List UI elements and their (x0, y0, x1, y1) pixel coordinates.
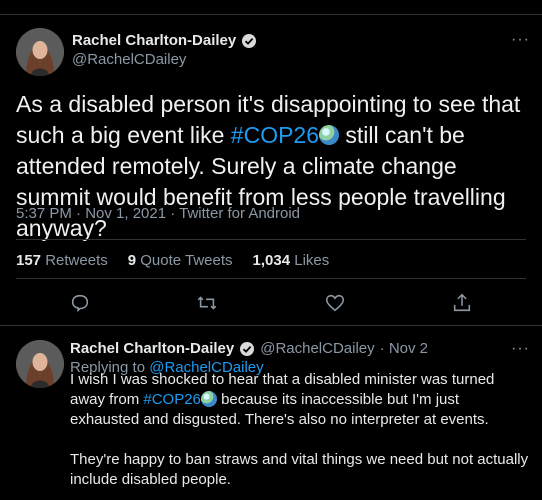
retweets-stat[interactable]: 157 Retweets (16, 252, 108, 269)
likes-count: 1,034 (252, 252, 291, 269)
tweet-thread: Rachel Charlton-Dailey @RachelCDailey ··… (0, 0, 542, 500)
reply-author-row: Rachel Charlton-Dailey @RachelCDailey · … (70, 340, 428, 357)
avatar-image (16, 340, 64, 388)
top-divider (0, 0, 542, 15)
share-icon[interactable] (450, 291, 474, 315)
likes-label: Likes (294, 252, 330, 269)
reply-text: I wish I was shocked to hear that a disa… (70, 370, 530, 500)
divider (16, 239, 526, 240)
retweets-label: Retweets (45, 252, 108, 269)
more-options-icon[interactable]: ··· (511, 340, 530, 358)
likes-stat[interactable]: 1,034 Likes (253, 252, 330, 269)
more-options-icon[interactable]: ··· (511, 31, 530, 49)
hashtag-link[interactable]: #COP26 (143, 391, 201, 408)
quote-tweets-count: 9 (127, 252, 137, 269)
like-icon[interactable] (323, 291, 347, 315)
retweets-count: 157 (16, 252, 42, 269)
action-bar (16, 291, 526, 315)
reply-author-handle[interactable]: @RachelCDailey (260, 340, 374, 357)
main-tweet: Rachel Charlton-Dailey @RachelCDailey ··… (0, 15, 542, 326)
verified-badge-icon (242, 33, 257, 48)
divider (16, 278, 526, 279)
verified-badge-icon (240, 341, 255, 356)
engagement-stats: 157 Retweets 9 Quote Tweets 1,034 Likes (16, 252, 329, 269)
avatar[interactable] (16, 28, 64, 76)
reply-paragraph: I wish I was shocked to hear that a disa… (70, 370, 530, 430)
reply-date[interactable]: · Nov 2 (380, 340, 428, 357)
author-name[interactable]: Rachel Charlton-Dailey (72, 32, 236, 49)
reply-icon[interactable] (68, 291, 92, 315)
author-row: Rachel Charlton-Dailey (72, 32, 257, 49)
avatar-image (16, 28, 64, 76)
reply-tweet: Rachel Charlton-Dailey @RachelCDailey · … (0, 326, 542, 500)
quote-tweets-label: Quote Tweets (140, 252, 233, 269)
reply-author-name[interactable]: Rachel Charlton-Dailey (70, 340, 234, 357)
cop26-globe-icon (200, 391, 217, 407)
reply-paragraph: They're happy to ban straws and vital th… (70, 451, 529, 488)
avatar[interactable] (16, 340, 64, 388)
cop26-globe-icon (319, 125, 340, 145)
tweet-metadata[interactable]: 5:37 PM · Nov 1, 2021 · Twitter for Andr… (16, 205, 300, 222)
retweet-icon[interactable] (195, 291, 219, 315)
quote-tweets-stat[interactable]: 9 Quote Tweets (128, 252, 233, 269)
hashtag-link[interactable]: #COP26 (231, 122, 319, 148)
author-handle[interactable]: @RachelCDailey (72, 51, 186, 68)
